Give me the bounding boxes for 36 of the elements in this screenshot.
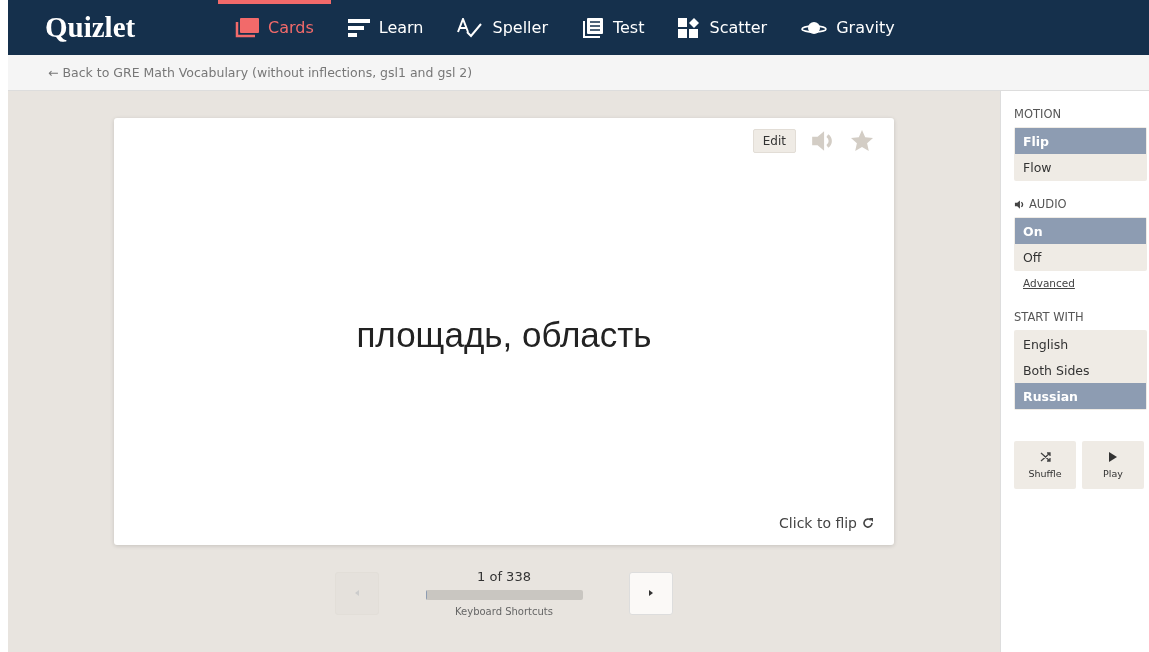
option[interactable]: Off bbox=[1015, 244, 1146, 270]
caret-icon bbox=[649, 590, 653, 596]
action-button[interactable]: Play bbox=[1082, 441, 1144, 489]
section-heading: START WITH bbox=[1014, 310, 1084, 324]
section-heading: AUDIO bbox=[1029, 197, 1067, 211]
section-heading: MOTION bbox=[1014, 107, 1062, 121]
logo[interactable]: Quizlet bbox=[8, 0, 218, 55]
speaker-icon bbox=[1014, 198, 1025, 210]
nav-tab[interactable]: Gravity bbox=[784, 0, 912, 55]
edit-button[interactable]: Edit bbox=[752, 129, 796, 153]
planet-icon bbox=[801, 19, 828, 36]
play-icon bbox=[1109, 451, 1117, 462]
star-icon[interactable] bbox=[850, 129, 874, 153]
nav-tab[interactable]: Learn bbox=[330, 0, 441, 55]
document-icon bbox=[581, 17, 604, 38]
option[interactable]: Flow bbox=[1015, 154, 1146, 180]
back-link[interactable]: ← Back to GRE Math Vocabulary (without inflections, gsl1 and gsl 2) bbox=[48, 65, 473, 80]
advanced-link[interactable]: Advanced bbox=[1023, 277, 1147, 289]
nav-tab[interactable]: Scatter bbox=[661, 0, 785, 55]
nav-tab[interactable]: Test bbox=[564, 0, 662, 55]
nav-tab[interactable]: Speller bbox=[440, 0, 565, 55]
flip-hint: Click to flip bbox=[779, 515, 874, 531]
shortcuts-link[interactable]: Keyboard Shortcuts bbox=[455, 606, 553, 617]
option[interactable]: English bbox=[1015, 331, 1146, 357]
tiles-icon bbox=[678, 17, 701, 38]
option[interactable]: Both Sides bbox=[1015, 357, 1146, 383]
refresh-icon bbox=[862, 517, 874, 529]
flashcard[interactable]: Edit площадь, область Click to flip bbox=[114, 118, 894, 545]
action-button[interactable]: Shuffle bbox=[1014, 441, 1076, 489]
card-counter: 1 of 338 bbox=[477, 569, 531, 584]
cards-icon bbox=[235, 17, 259, 38]
spell-check-icon bbox=[457, 17, 484, 38]
next-button[interactable] bbox=[629, 571, 673, 615]
shuffle-icon bbox=[1039, 451, 1051, 462]
card-term: площадь, область bbox=[356, 314, 652, 355]
lines-icon bbox=[347, 18, 370, 37]
